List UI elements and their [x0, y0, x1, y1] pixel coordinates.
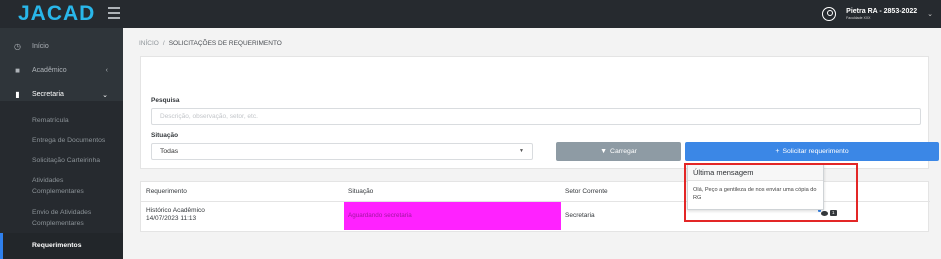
document-icon: ▮ [15, 90, 20, 99]
column-header-situacao: Situação [348, 188, 374, 195]
caret-down-icon: ▼ [519, 148, 524, 154]
table-row-setor: Secretaria [565, 212, 595, 219]
table-row-requerimento: Histórico Acadêmico [146, 207, 205, 214]
clock-icon: ◷ [14, 42, 21, 51]
user-menu[interactable]: Pietra RA - 2853-2022 Faculdade XXX ⌄ [822, 0, 933, 28]
user-info: Pietra RA - 2853-2022 Faculdade XXX [846, 8, 917, 21]
sidebar-item-inicio[interactable]: ◷ Início [0, 42, 123, 51]
submenu-item-solicitacao-carteirinha[interactable]: Solicitação Carteirinha [0, 155, 123, 166]
sidebar-item-label: Acadêmico [32, 67, 67, 74]
situation-label: Situação [151, 132, 179, 139]
request-button[interactable]: + Solicitar requerimento [685, 142, 939, 161]
request-button-label: Solicitar requerimento [782, 148, 849, 155]
main-content: INÍCIO / SOLICITAÇÕES DE REQUERIMENTO Pesq… [123, 28, 941, 259]
briefcase-icon: ■ [15, 66, 20, 75]
table-row-date: 14/07/2023 11:13 [146, 215, 197, 222]
submenu-item-entrega-documentos[interactable]: Entrega de Documentos [0, 135, 123, 146]
search-input[interactable]: Descrição, observação, setor, etc. [151, 108, 921, 125]
sidebar-item-secretaria[interactable]: ▮ Secretaria ⌄ [0, 90, 123, 99]
situation-value: Todas [160, 148, 179, 155]
secretaria-submenu: Rematrícula Entrega de Documentos Solici… [0, 101, 123, 259]
submenu-item-rematricula[interactable]: Rematrícula [0, 115, 123, 126]
menu-toggle-icon[interactable] [108, 7, 120, 21]
app-root: JACAD Pietra RA - 2853-2022 Faculdade XX… [0, 0, 941, 259]
filter-icon: ▼ [600, 148, 608, 155]
chevron-left-icon: ‹ [105, 67, 108, 74]
sidebar: ◷ Início ■ Acadêmico ‹ ▮ Secretaria ⌄ Re… [0, 28, 123, 259]
submenu-item-atividades-complementares[interactable]: Atividades Complementares [0, 175, 95, 197]
user-subtitle: Faculdade XXX [846, 15, 871, 20]
breadcrumb-home[interactable]: INÍCIO [139, 40, 159, 47]
filter-card: Pesquisa Descrição, observação, setor, e… [140, 56, 939, 169]
plus-icon: + [775, 148, 780, 155]
chevron-down-icon[interactable]: ⌄ [927, 10, 933, 18]
chevron-down-icon: ⌄ [102, 91, 108, 99]
annotation-highlight [684, 163, 858, 222]
breadcrumb-current: SOLICITAÇÕES DE REQUERIMENTO [168, 40, 282, 47]
breadcrumb-separator: / [162, 40, 165, 47]
search-label: Pesquisa [151, 97, 180, 104]
status-badge: Aguardando secretaria [344, 202, 561, 230]
sidebar-item-label: Secretaria [32, 91, 64, 98]
breadcrumb: INÍCIO / SOLICITAÇÕES DE REQUERIMENTO [139, 40, 282, 47]
situation-select[interactable]: Todas ▼ [151, 143, 533, 160]
logo: JACAD [18, 2, 96, 25]
sidebar-item-academico[interactable]: ■ Acadêmico ‹ [0, 66, 123, 75]
column-header-requerimento: Requerimento [146, 188, 187, 195]
submenu-item-requerimentos[interactable]: Requerimentos [0, 233, 123, 259]
column-header-setor: Setor Corrente [565, 188, 608, 195]
load-button[interactable]: ▼ Carregar [556, 142, 681, 161]
user-avatar-icon [822, 7, 837, 21]
submenu-item-envio-atividades[interactable]: Envio de Atividades Complementares [0, 207, 123, 229]
user-name: Pietra RA - 2853-2022 [846, 7, 918, 15]
load-button-label: Carregar [610, 148, 637, 155]
top-bar: JACAD Pietra RA - 2853-2022 Faculdade XX… [0, 0, 941, 28]
sidebar-item-label: Início [32, 43, 49, 50]
